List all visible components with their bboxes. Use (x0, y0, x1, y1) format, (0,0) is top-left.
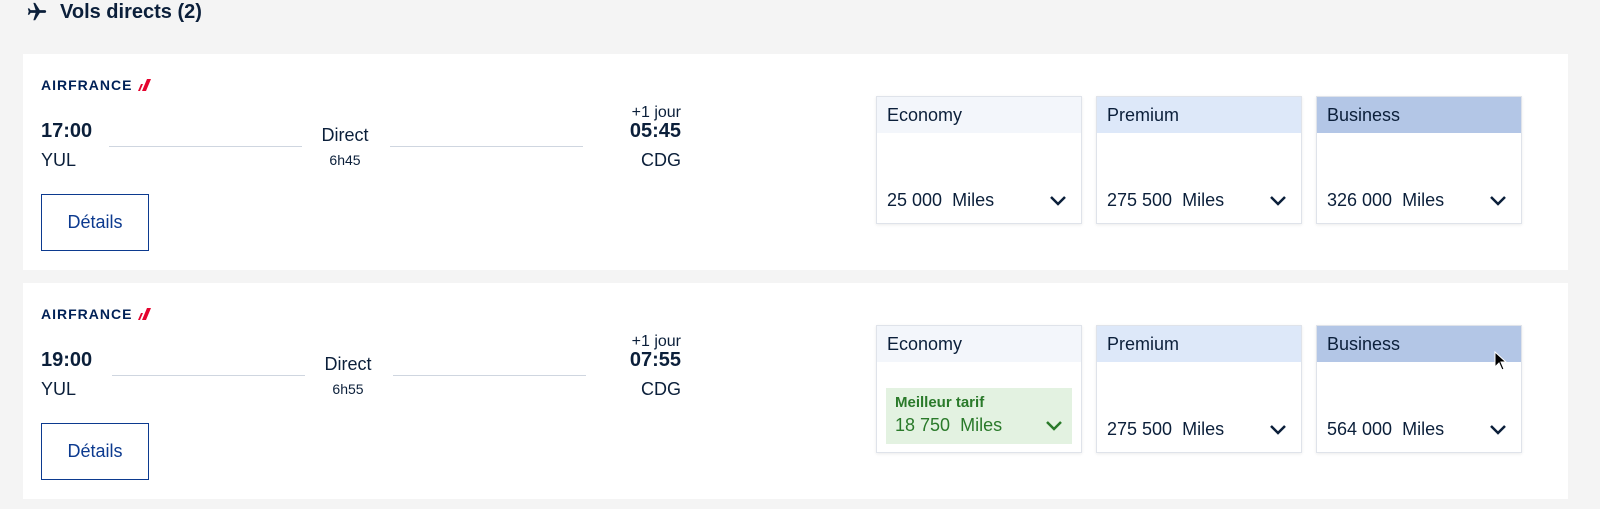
fare-unit: Miles (960, 415, 1003, 435)
fare-premium[interactable]: Premium 275 500 Miles (1096, 96, 1302, 224)
best-fare-badge: Meilleur tarif (895, 394, 985, 411)
arrival-airport: CDG (641, 150, 681, 170)
fare-amount: 275 500 (1107, 190, 1173, 210)
fare-unit: Miles (1402, 419, 1445, 439)
fare-economy[interactable]: Economy Meilleur tarif 18 750 Miles (876, 325, 1082, 453)
fare-price: 275 500 Miles (1107, 419, 1287, 440)
flight-card: AIRFRANCE 19:00 YUL Direct 6h55 +1 jour … (23, 283, 1568, 499)
airline-logo: AIRFRANCE (41, 306, 152, 322)
departure-airport: YUL (41, 379, 77, 399)
section-title: Vols directs (2) (60, 0, 202, 23)
route-line (393, 375, 586, 376)
airline-logo-text: AIRFRANCE (41, 77, 133, 93)
fare-amount: 25 000 (887, 190, 943, 210)
details-button[interactable]: Détails (41, 423, 149, 480)
mouse-cursor-icon (1494, 351, 1508, 371)
fare-unit: Miles (1182, 419, 1225, 439)
fare-unit: Miles (952, 190, 995, 210)
fare-amount: 18 750 (895, 415, 951, 435)
fare-premium[interactable]: Premium 275 500 Miles (1096, 325, 1302, 453)
fare-cabin-label: Economy (877, 97, 1081, 133)
flight-card: AIRFRANCE 17:00 YUL Direct 6h45 +1 jour … (23, 54, 1568, 270)
fare-amount: 564 000 (1327, 419, 1393, 439)
departure-time: 19:00 (41, 349, 93, 371)
airline-logo: AIRFRANCE (41, 77, 152, 93)
chevron-down-icon[interactable] (1269, 195, 1287, 207)
airline-logo-text: AIRFRANCE (41, 306, 133, 322)
departure-time: 17:00 (41, 120, 93, 142)
flight-duration: 6h55 (332, 381, 364, 397)
chevron-down-icon[interactable] (1489, 424, 1507, 436)
arrival-airport: CDG (641, 379, 681, 399)
route-line (390, 146, 583, 147)
fare-price: 18 750 Miles (895, 415, 1063, 436)
departure-airport: YUL (41, 150, 77, 170)
fare-amount: 326 000 (1327, 190, 1393, 210)
fare-cabin-label: Economy (877, 326, 1081, 362)
chevron-down-icon[interactable] (1049, 195, 1067, 207)
fare-price: 326 000 Miles (1327, 190, 1507, 211)
details-button[interactable]: Détails (41, 194, 149, 251)
stops-label: Direct (324, 354, 372, 374)
fare-unit: Miles (1182, 190, 1225, 210)
air-france-stripe-icon (138, 308, 152, 320)
arrival-time: 05:45 (629, 120, 681, 142)
chevron-down-icon[interactable] (1489, 195, 1507, 207)
fare-price: 25 000 Miles (887, 190, 1067, 211)
air-france-stripe-icon (138, 79, 152, 91)
fare-price: 564 000 Miles (1327, 419, 1507, 440)
stops-label: Direct (321, 125, 369, 145)
fare-cabin-label: Premium (1097, 97, 1301, 133)
route-line (109, 146, 302, 147)
chevron-down-icon[interactable] (1269, 424, 1287, 436)
section-header: Vols directs (2) (26, 0, 202, 24)
fare-cabin-label: Business (1317, 326, 1521, 362)
fare-cabin-label: Premium (1097, 326, 1301, 362)
fare-unit: Miles (1402, 190, 1445, 210)
fare-cabin-label: Business (1317, 97, 1521, 133)
chevron-down-icon[interactable] (1045, 420, 1063, 432)
fare-economy[interactable]: Economy 25 000 Miles (876, 96, 1082, 224)
fare-business[interactable]: Business 564 000 Miles (1316, 325, 1522, 453)
fare-amount: 275 500 (1107, 419, 1173, 439)
fare-business[interactable]: Business 326 000 Miles (1316, 96, 1522, 224)
flight-duration: 6h45 (329, 152, 361, 168)
route-line (112, 375, 305, 376)
airplane-icon (27, 2, 47, 21)
best-fare-box: Meilleur tarif 18 750 Miles (886, 388, 1072, 444)
arrival-time: 07:55 (629, 349, 681, 371)
fare-price: 275 500 Miles (1107, 190, 1287, 211)
